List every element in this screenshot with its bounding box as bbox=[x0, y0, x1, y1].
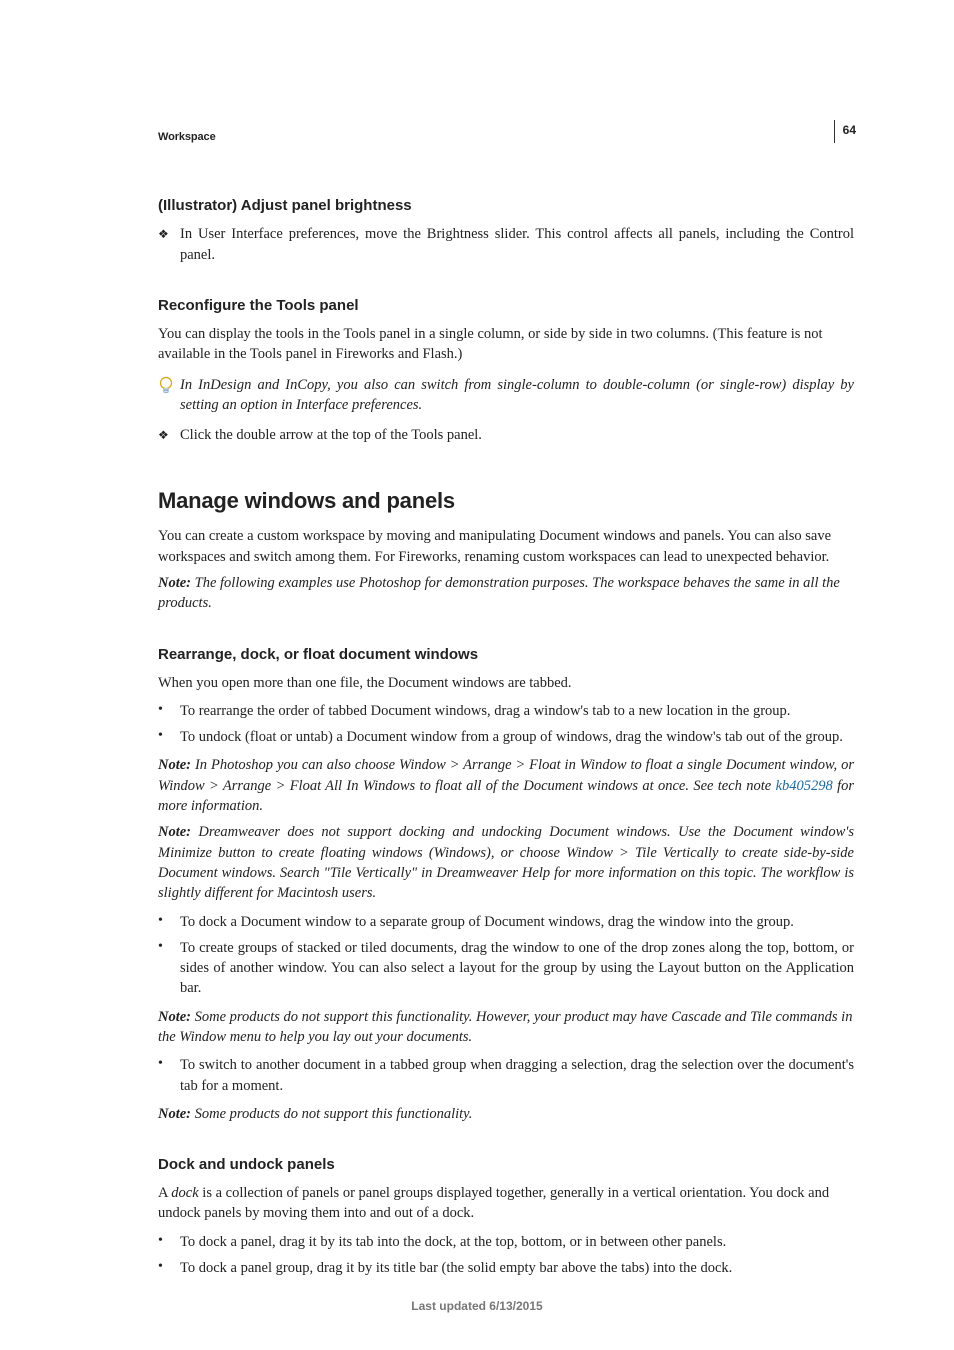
page-footer: Last updated 6/13/2015 bbox=[0, 1298, 954, 1315]
note: Note: In Photoshop you can also choose W… bbox=[158, 755, 854, 816]
bullet-text: Click the double arrow at the top of the… bbox=[180, 425, 854, 445]
dot-bullet-icon: • bbox=[158, 701, 180, 721]
term: dock bbox=[171, 1185, 198, 1201]
list-item: •To dock a Document window to a separate… bbox=[158, 912, 854, 932]
tip-text: In InDesign and InCopy, you also can swi… bbox=[180, 375, 854, 416]
dot-bullet-icon: • bbox=[158, 1258, 180, 1278]
note-text: In Photoshop you can also choose Window … bbox=[158, 757, 854, 793]
diamond-bullet-icon: ❖ bbox=[158, 425, 180, 445]
note: Note: The following examples use Photosh… bbox=[158, 573, 854, 614]
lightbulb-tip-icon bbox=[158, 375, 180, 416]
paragraph-text: A bbox=[158, 1185, 171, 1201]
note-text: Some products do not support this functi… bbox=[195, 1106, 473, 1122]
list-item-text: To rearrange the order of tabbed Documen… bbox=[180, 701, 854, 721]
note: Note: Dreamweaver does not support docki… bbox=[158, 822, 854, 903]
page-number: 64 bbox=[834, 120, 856, 143]
paragraph-text-cont: is a collection of panels or panel group… bbox=[158, 1185, 829, 1221]
note-label: Note: bbox=[158, 575, 195, 591]
document-page: 64 Workspace (Illustrator) Adjust panel … bbox=[0, 0, 954, 1350]
bullet-list: •To dock a panel, drag it by its tab int… bbox=[158, 1232, 854, 1279]
list-item-text: To dock a panel group, drag it by its ti… bbox=[180, 1258, 854, 1278]
heading-manage-windows: Manage windows and panels bbox=[158, 486, 854, 517]
list-item-text: To undock (float or untab) a Document wi… bbox=[180, 727, 854, 747]
diamond-bullet-icon: ❖ bbox=[158, 224, 180, 265]
list-item: •To dock a panel group, drag it by its t… bbox=[158, 1258, 854, 1278]
tech-note-link[interactable]: kb405298 bbox=[776, 778, 833, 794]
note-label: Note: bbox=[158, 1009, 195, 1025]
heading-reconfigure-tools: Reconfigure the Tools panel bbox=[158, 295, 854, 316]
list-item-text: To create groups of stacked or tiled doc… bbox=[180, 938, 854, 999]
list-item: •To rearrange the order of tabbed Docume… bbox=[158, 701, 854, 721]
paragraph: A dock is a collection of panels or pane… bbox=[158, 1183, 854, 1224]
bullet-item: ❖ Click the double arrow at the top of t… bbox=[158, 425, 854, 445]
dot-bullet-icon: • bbox=[158, 938, 180, 999]
list-item-text: To switch to another document in a tabbe… bbox=[180, 1055, 854, 1096]
bullet-text: In User Interface preferences, move the … bbox=[180, 224, 854, 265]
note-label: Note: bbox=[158, 1106, 195, 1122]
dot-bullet-icon: • bbox=[158, 727, 180, 747]
note-label: Note: bbox=[158, 824, 198, 840]
bullet-item: ❖ In User Interface preferences, move th… bbox=[158, 224, 854, 265]
tip-block: In InDesign and InCopy, you also can swi… bbox=[158, 375, 854, 416]
list-item: •To undock (float or untab) a Document w… bbox=[158, 727, 854, 747]
bullet-list: •To switch to another document in a tabb… bbox=[158, 1055, 854, 1096]
list-item: •To dock a panel, drag it by its tab int… bbox=[158, 1232, 854, 1252]
heading-dock-undock-panels: Dock and undock panels bbox=[158, 1154, 854, 1175]
dot-bullet-icon: • bbox=[158, 1232, 180, 1252]
bullet-list: •To dock a Document window to a separate… bbox=[158, 912, 854, 999]
note-text: Some products do not support this functi… bbox=[158, 1009, 852, 1045]
note: Note: Some products do not support this … bbox=[158, 1007, 854, 1048]
note-text: Dreamweaver does not support docking and… bbox=[158, 824, 854, 901]
heading-illustrator-brightness: (Illustrator) Adjust panel brightness bbox=[158, 195, 854, 216]
note: Note: Some products do not support this … bbox=[158, 1104, 854, 1124]
list-item-text: To dock a Document window to a separate … bbox=[180, 912, 854, 932]
paragraph: You can display the tools in the Tools p… bbox=[158, 324, 854, 365]
running-header: Workspace bbox=[158, 130, 854, 145]
note-text: The following examples use Photoshop for… bbox=[158, 575, 840, 611]
note-label: Note: bbox=[158, 757, 195, 773]
dot-bullet-icon: • bbox=[158, 912, 180, 932]
list-item-text: To dock a panel, drag it by its tab into… bbox=[180, 1232, 854, 1252]
bullet-list: •To rearrange the order of tabbed Docume… bbox=[158, 701, 854, 748]
paragraph: You can create a custom workspace by mov… bbox=[158, 526, 854, 567]
list-item: •To switch to another document in a tabb… bbox=[158, 1055, 854, 1096]
heading-rearrange-dock-float: Rearrange, dock, or float document windo… bbox=[158, 644, 854, 665]
paragraph: When you open more than one file, the Do… bbox=[158, 673, 854, 693]
dot-bullet-icon: • bbox=[158, 1055, 180, 1096]
list-item: •To create groups of stacked or tiled do… bbox=[158, 938, 854, 999]
